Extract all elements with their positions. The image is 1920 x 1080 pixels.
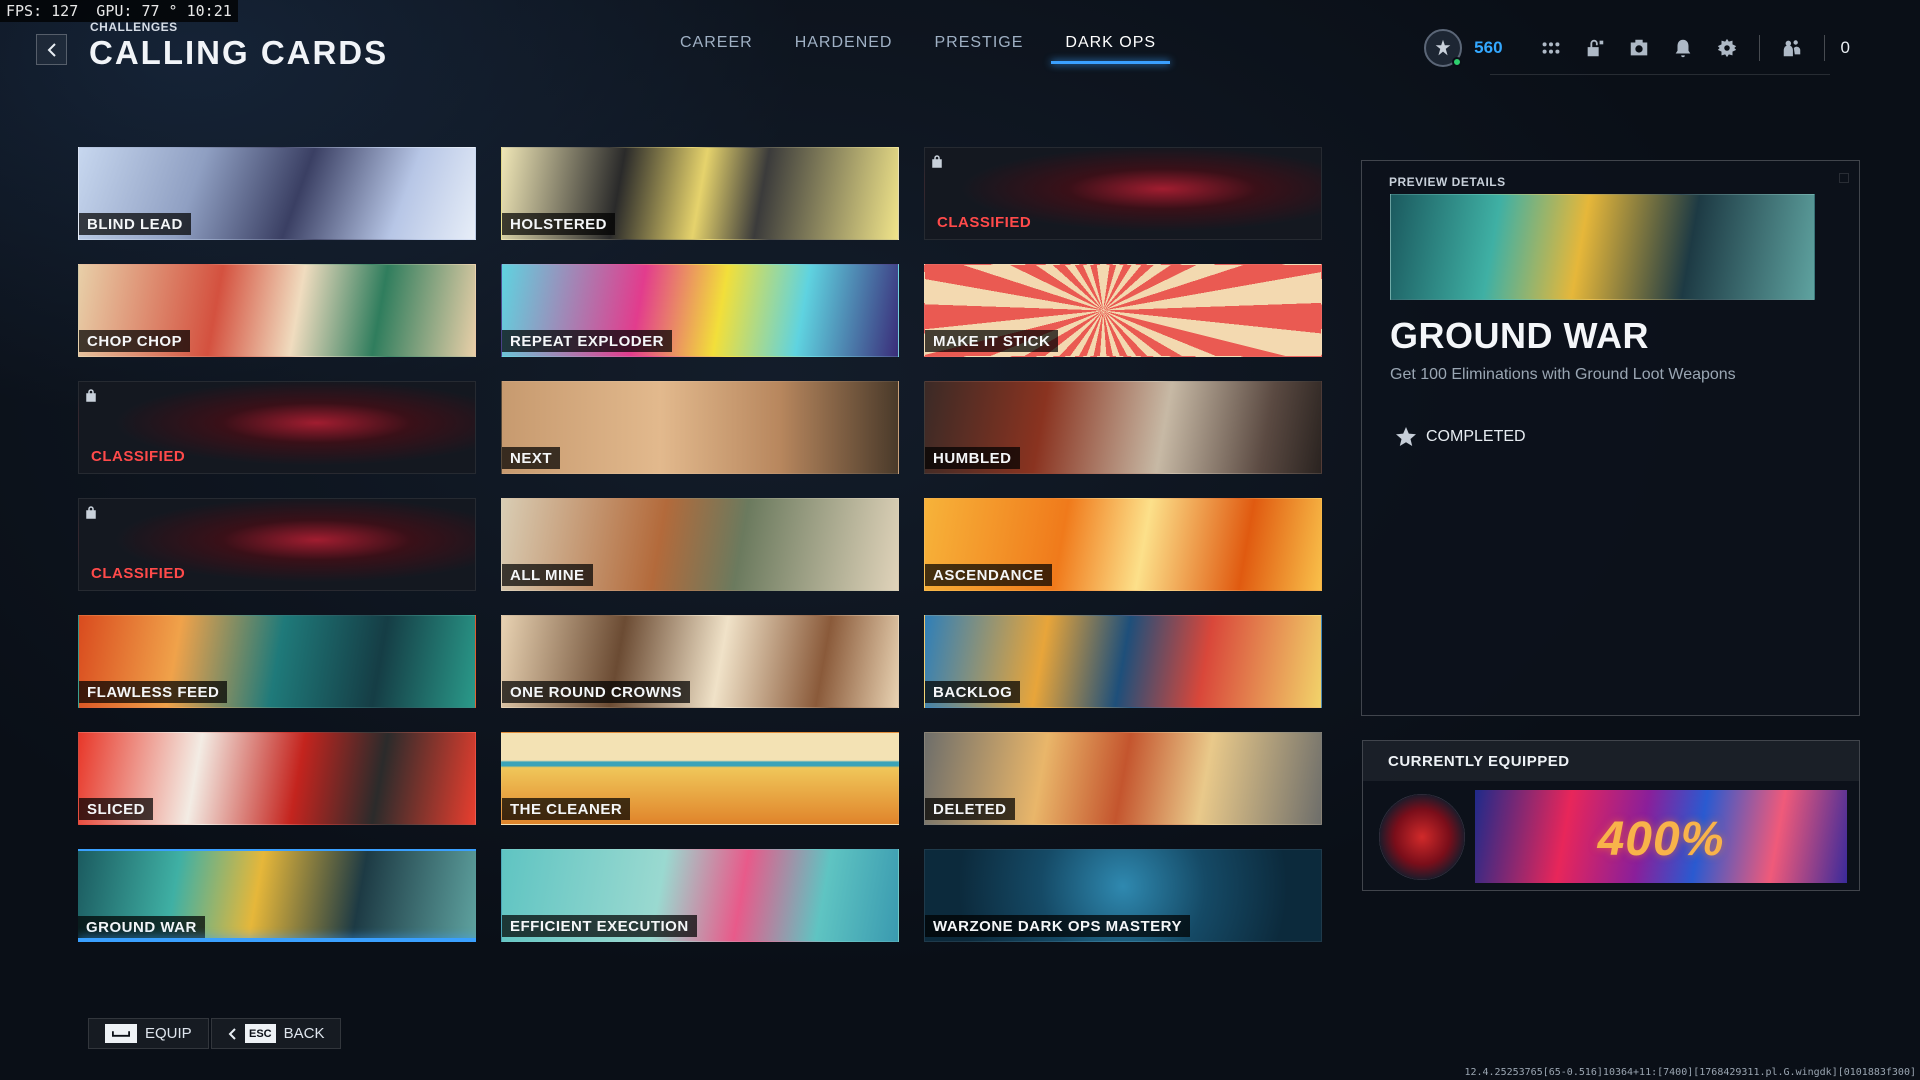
- completion-status-text: COMPLETED: [1426, 428, 1526, 445]
- calling-card-label: FLAWLESS FEED: [79, 681, 228, 703]
- esc-key-icon: ESC: [245, 1024, 276, 1043]
- tab-dark-ops[interactable]: DARK OPS: [1051, 28, 1170, 64]
- calling-card-label: CHOP CHOP: [79, 330, 191, 352]
- party-count: 0: [1840, 38, 1850, 57]
- camera-icon: [1630, 39, 1647, 56]
- calling-card-make-it-stick[interactable]: MAKE IT STICK: [924, 264, 1322, 357]
- calling-card-label: HOLSTERED: [502, 213, 616, 235]
- calling-card-next[interactable]: NEXT: [501, 381, 899, 474]
- calling-card-label: THE CLEANER: [502, 798, 631, 820]
- calling-card-label: ALL MINE: [502, 564, 593, 586]
- tab-career[interactable]: CAREER: [666, 28, 767, 64]
- player-emblem-button[interactable]: [1424, 29, 1463, 67]
- calling-card-classified[interactable]: CLASSIFIED: [924, 147, 1322, 240]
- calling-card-label: HUMBLED: [925, 447, 1020, 469]
- calling-card-deleted[interactable]: DELETED: [924, 732, 1322, 825]
- hud-underline: [1490, 74, 1830, 75]
- bell-icon: [1675, 39, 1690, 58]
- calling-card-the-cleaner[interactable]: THE CLEANER: [501, 732, 899, 825]
- calling-card-label: SLICED: [79, 798, 154, 820]
- currently-equipped-panel: CURRENTLY EQUIPPED 400%: [1362, 740, 1860, 891]
- hud-divider: [1823, 35, 1825, 61]
- category-tabs: CAREER HARDENED PRESTIGE DARK OPS: [666, 28, 1184, 64]
- calling-card-blind-lead[interactable]: BLIND LEAD: [78, 147, 476, 240]
- star-icon: [1396, 427, 1416, 446]
- store-button[interactable]: [1573, 26, 1617, 70]
- emblem-icon: [1435, 39, 1451, 56]
- calling-card-ascendance[interactable]: ASCENDANCE: [924, 498, 1322, 591]
- friends-icon: [1783, 40, 1800, 57]
- lock-icon: [932, 155, 942, 168]
- preview-description: Get 100 Eliminations with Ground Loot We…: [1390, 366, 1736, 383]
- notifications-button[interactable]: [1661, 26, 1705, 70]
- calling-card-label: DELETED: [925, 798, 1015, 820]
- calling-card-label: MAKE IT STICK: [925, 330, 1059, 352]
- equip-button[interactable]: EQUIP: [88, 1018, 209, 1049]
- preview-card-image: [1390, 194, 1815, 300]
- panel-corner-mark: [1839, 173, 1849, 183]
- back-arrow-button[interactable]: [36, 34, 67, 65]
- equipped-section-label: CURRENTLY EQUIPPED: [1363, 741, 1859, 781]
- calling-card-label: GROUND WAR: [78, 916, 205, 938]
- calling-card-all-mine[interactable]: ALL MINE: [501, 498, 899, 591]
- spacebar-key-icon: [105, 1024, 137, 1043]
- calling-card-classified[interactable]: CLASSIFIED: [78, 498, 476, 591]
- calling-card-holstered[interactable]: HOLSTERED: [501, 147, 899, 240]
- cod-points-count: 560: [1474, 38, 1503, 57]
- calling-card-efficient-execution[interactable]: EFFICIENT EXECUTION: [501, 849, 899, 942]
- calling-card-grid: BLIND LEAD HOLSTERED CLASSIFIED CHOP CHOP RE…: [78, 147, 1322, 942]
- apps-grid-icon: [1542, 42, 1559, 54]
- back-label: BACK: [283, 1025, 325, 1042]
- apps-grid-button[interactable]: [1529, 26, 1573, 70]
- chevron-left-icon: [47, 42, 56, 57]
- equipped-card-text: 400%: [1597, 813, 1725, 866]
- online-status-dot: [1452, 57, 1463, 67]
- equipped-calling-card[interactable]: 400%: [1475, 790, 1847, 883]
- calling-card-label: ONE ROUND CROWNS: [502, 681, 691, 703]
- calling-card-label: REPEAT EXPLODER: [502, 330, 672, 352]
- breadcrumb: CHALLENGES: [90, 20, 178, 34]
- preview-details-panel: PREVIEW DETAILS GROUND WAR Get 100 Elimi…: [1361, 160, 1860, 716]
- performance-overlay: FPS: 127 GPU: 77 ° 10:21: [0, 0, 238, 22]
- calling-card-label: ASCENDANCE: [925, 564, 1052, 586]
- chevron-left-icon: [228, 1027, 236, 1040]
- gear-icon: [1717, 38, 1736, 58]
- calling-card-backlog[interactable]: BACKLOG: [924, 615, 1322, 708]
- hud-divider: [1758, 35, 1760, 61]
- calling-card-label: CLASSIFIED: [91, 565, 186, 582]
- lock-icon: [86, 506, 96, 519]
- calling-card-sliced[interactable]: SLICED: [78, 732, 476, 825]
- calling-card-classified[interactable]: CLASSIFIED: [78, 381, 476, 474]
- calling-card-label: CLASSIFIED: [937, 214, 1032, 231]
- calling-card-ground-war[interactable]: GROUND WAR: [78, 849, 476, 942]
- back-button[interactable]: ESC BACK: [211, 1018, 342, 1049]
- completion-status: COMPLETED: [1394, 425, 1526, 449]
- calling-card-label: WARZONE DARK OPS MASTERY: [925, 915, 1190, 937]
- calling-card-label: NEXT: [502, 447, 561, 469]
- top-right-hud: 560 0: [1424, 24, 1850, 72]
- equip-label: EQUIP: [145, 1025, 192, 1042]
- calling-card-label: EFFICIENT EXECUTION: [502, 915, 697, 937]
- settings-button[interactable]: [1705, 26, 1749, 70]
- equipped-emblem[interactable]: [1379, 794, 1465, 880]
- calling-card-label: BACKLOG: [925, 681, 1021, 703]
- calling-card-warzone-dark-ops-mastery[interactable]: WARZONE DARK OPS MASTERY: [924, 849, 1322, 942]
- calling-card-label: BLIND LEAD: [79, 213, 191, 235]
- preview-section-label: PREVIEW DETAILS: [1389, 175, 1506, 189]
- build-version-string: 12.4.25253765[65-0.516]10364+11:[7400][1…: [1464, 1067, 1916, 1078]
- calling-card-chop-chop[interactable]: CHOP CHOP: [78, 264, 476, 357]
- calling-card-label: CLASSIFIED: [91, 448, 186, 465]
- calling-card-one-round-crowns[interactable]: ONE ROUND CROWNS: [501, 615, 899, 708]
- tab-prestige[interactable]: PRESTIGE: [920, 28, 1037, 64]
- calling-card-humbled[interactable]: HUMBLED: [924, 381, 1322, 474]
- social-button[interactable]: [1770, 26, 1814, 70]
- theater-button[interactable]: [1617, 26, 1661, 70]
- store-lock-icon: [1587, 39, 1603, 57]
- tab-hardened[interactable]: HARDENED: [781, 28, 907, 64]
- calling-card-repeat-exploder[interactable]: REPEAT EXPLODER: [501, 264, 899, 357]
- calling-card-flawless-feed[interactable]: FLAWLESS FEED: [78, 615, 476, 708]
- lock-icon: [86, 389, 96, 402]
- preview-title: GROUND WAR: [1390, 315, 1649, 356]
- page-title: CALLING CARDS: [89, 34, 389, 71]
